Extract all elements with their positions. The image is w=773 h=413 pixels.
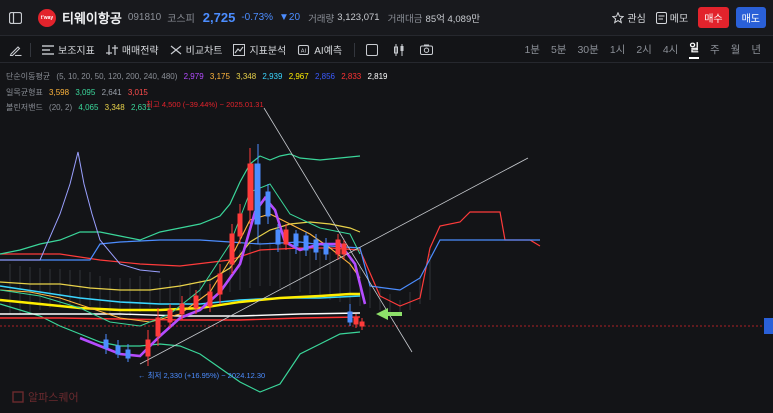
bollinger-legend: 볼린저밴드 (20, 2) 4,065 3,348 2,631 <box>6 102 155 113</box>
memo-button[interactable]: 메모 <box>655 10 689 25</box>
bollinger-value-mid: 3,348 <box>104 103 125 112</box>
period-month[interactable]: 월 <box>731 42 741 57</box>
strategy-icon <box>105 44 118 55</box>
sell-button[interactable]: 매도 <box>735 7 766 28</box>
analysis-icon <box>233 43 246 56</box>
buy-button[interactable]: 매수 <box>698 7 729 28</box>
ichimoku-legend: 일목균형표 3,598 3,095 2,641 3,015 <box>6 87 152 98</box>
interest-button[interactable]: 관심 <box>612 10 646 25</box>
volume-label: 거래량 <box>308 13 335 25</box>
watermark: 알파스퀘어 <box>12 389 79 405</box>
memo-icon <box>655 11 667 24</box>
ichimoku-value-1: 3,598 <box>49 88 70 97</box>
ma-value-5: 2,979 <box>183 72 204 81</box>
price-tag <box>764 318 773 334</box>
analysis-label: 지표분석 <box>249 46 287 57</box>
high-annotation: 최고 4,500 (−39.44%) − 2025.01.31 <box>146 100 264 109</box>
ma-legend-name: 단순이동평균 <box>6 72 51 81</box>
ma-value-480: 2,819 <box>367 72 388 81</box>
sidebar-toggle-button[interactable] <box>0 0 30 36</box>
sidebar-toggle-icon <box>8 11 22 24</box>
bollinger-value-upper: 4,065 <box>78 103 99 112</box>
ma-value-10: 3,175 <box>209 72 230 81</box>
watermark-text: 알파스퀘어 <box>28 392 79 404</box>
bollinger-legend-name: 볼린저밴드 <box>6 103 43 112</box>
pencil-icon <box>9 45 21 56</box>
ai-icon: AI <box>298 44 310 55</box>
candles <box>103 144 365 366</box>
ai-predict-label: AI예측 <box>314 46 343 57</box>
current-price: 2,725 <box>202 10 236 25</box>
period-30min[interactable]: 30분 <box>577 42 598 57</box>
period-1h[interactable]: 1시 <box>610 42 626 57</box>
volume-value: 3,123,071 <box>337 12 380 23</box>
price-chart[interactable] <box>0 64 773 413</box>
svg-text:AI: AI <box>301 48 307 54</box>
trade-amount-value: 85억 4,089만 <box>425 13 480 25</box>
analysis-button[interactable]: 지표분석 <box>233 42 286 57</box>
indicator-label: 보조지표 <box>58 46 95 57</box>
stock-logo: t'way <box>38 8 56 27</box>
ma-value-120: 2,967 <box>288 72 309 81</box>
ichimoku-value-4: 3,015 <box>127 88 148 97</box>
ma-legend: 단순이동평균 (5, 10, 20, 50, 120, 200, 240, 48… <box>6 71 392 82</box>
interest-label: 관심 <box>627 14 646 25</box>
ma-legend-params: (5, 10, 20, 50, 120, 200, 240, 480) <box>56 72 178 81</box>
ma-value-50: 2,939 <box>262 72 283 81</box>
change-percent: -0.73% <box>241 12 274 23</box>
stock-code: 091810 <box>127 12 162 23</box>
period-1min[interactable]: 1분 <box>524 42 540 57</box>
strategy-label: 매매전략 <box>121 46 159 57</box>
period-2h[interactable]: 2시 <box>636 42 652 57</box>
alphasquare-logo-icon <box>12 391 24 403</box>
candle-type-button[interactable] <box>393 43 409 56</box>
ai-predict-button[interactable]: AI AI예측 <box>297 42 342 57</box>
period-5min[interactable]: 5분 <box>551 42 567 57</box>
screenshot-button[interactable] <box>420 44 437 55</box>
ichimoku-value-2: 3,095 <box>75 88 96 97</box>
strategy-button[interactable]: 매매전략 <box>105 42 159 57</box>
compare-icon <box>170 45 181 54</box>
select-box-button[interactable] <box>366 43 382 56</box>
top-bar: t'way 티웨이항공 091810 코스피 2,725 -0.73% ▼20 … <box>0 0 773 36</box>
market-name: 코스피 <box>167 14 195 25</box>
period-4h[interactable]: 4시 <box>663 42 679 57</box>
camera-icon <box>420 44 434 55</box>
ma-value-200: 2,856 <box>314 72 335 81</box>
compare-label: 비교차트 <box>185 46 223 57</box>
star-icon <box>612 11 625 24</box>
ma-value-20: 3,348 <box>236 72 257 81</box>
bollinger-legend-params: (20, 2) <box>49 103 73 112</box>
toolbar-divider <box>354 42 356 57</box>
memo-label: 메모 <box>669 14 689 25</box>
checkbox-icon <box>366 43 379 56</box>
indicator-icon <box>42 44 54 55</box>
stock-name: 티웨이항공 <box>62 11 122 26</box>
ma-value-240: 2,833 <box>341 72 362 81</box>
period-day[interactable]: 일 <box>689 40 699 59</box>
ichimoku-value-3: 2,641 <box>101 88 122 97</box>
change-amount: ▼20 <box>279 12 301 23</box>
compare-button[interactable]: 비교차트 <box>170 42 223 57</box>
indicator-button[interactable]: 보조지표 <box>42 42 95 57</box>
chart-toolbar: 보조지표 매매전략 비교차트 지표분석 AI AI예측 1분 5분 30분 1시… <box>0 37 773 63</box>
period-week[interactable]: 주 <box>710 42 720 57</box>
low-annotation: ← 최저 2,330 (+16.95%) − 2024.12.30 <box>138 371 266 380</box>
draw-tool-button[interactable] <box>0 44 30 56</box>
ichimoku-legend-name: 일목균형표 <box>6 88 43 97</box>
period-year[interactable]: 년 <box>751 42 761 57</box>
trade-amount-label: 거래대금 <box>387 13 423 25</box>
candlestick-icon <box>394 43 404 56</box>
trendline-up <box>139 157 529 365</box>
